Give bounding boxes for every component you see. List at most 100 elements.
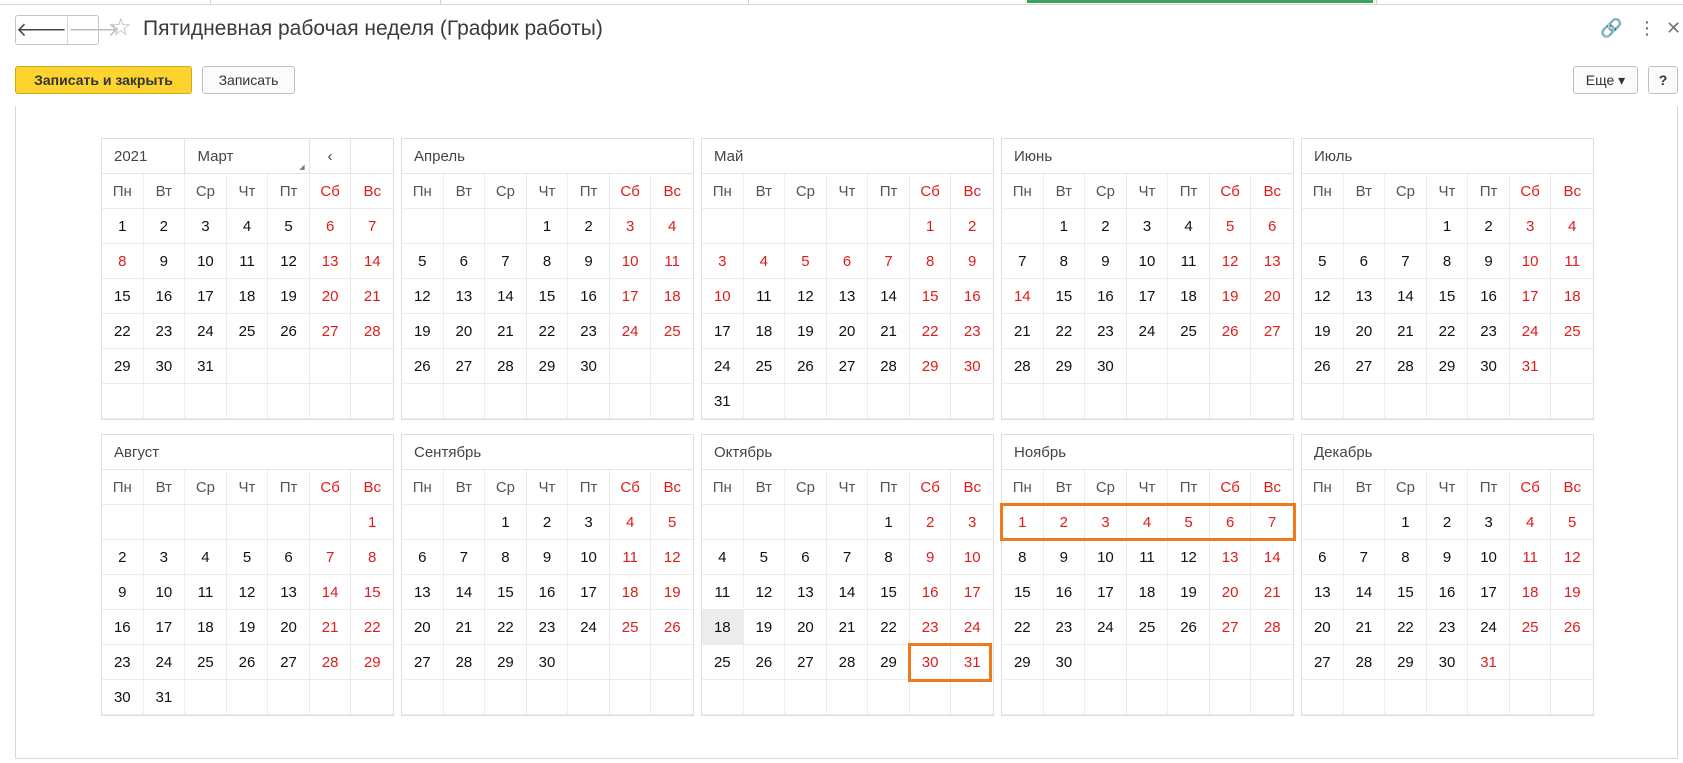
next-month-button[interactable] <box>351 139 393 174</box>
day-cell[interactable]: 6 <box>1251 209 1293 244</box>
day-cell[interactable]: 3 <box>1509 209 1552 244</box>
day-cell[interactable]: 28 <box>351 314 393 349</box>
day-cell[interactable]: 5 <box>651 505 693 540</box>
day-cell[interactable]: 20 <box>785 610 827 645</box>
day-cell[interactable]: 10 <box>1126 244 1169 279</box>
day-cell[interactable]: 13 <box>443 279 486 314</box>
month-select[interactable]: Март ◢ <box>185 139 310 174</box>
day-cell[interactable]: 11 <box>1168 244 1210 279</box>
day-cell[interactable]: 8 <box>1426 244 1469 279</box>
day-cell[interactable]: 26 <box>1168 610 1210 645</box>
day-cell[interactable]: 12 <box>402 279 444 314</box>
day-cell[interactable]: 18 <box>651 279 693 314</box>
day-cell[interactable]: 6 <box>402 540 444 575</box>
day-cell[interactable]: 13 <box>268 575 310 610</box>
day-cell[interactable]: 8 <box>1385 540 1427 575</box>
day-cell[interactable]: 30 <box>143 349 186 384</box>
day-cell[interactable]: 24 <box>1509 314 1552 349</box>
day-cell[interactable]: 13 <box>826 279 869 314</box>
day-cell[interactable]: 7 <box>309 540 352 575</box>
day-cell[interactable]: 2 <box>143 209 186 244</box>
day-cell[interactable]: 3 <box>951 505 993 540</box>
day-cell[interactable]: 7 <box>868 244 910 279</box>
day-cell[interactable]: 17 <box>568 575 610 610</box>
day-cell[interactable]: 20 <box>268 610 310 645</box>
save-and-close-button[interactable]: Записать и закрыть <box>15 66 192 94</box>
more-menu-icon[interactable]: ⋮ <box>1638 18 1656 38</box>
day-cell[interactable]: 3 <box>1468 505 1510 540</box>
day-cell[interactable]: 21 <box>1343 610 1386 645</box>
day-cell[interactable]: 19 <box>1209 279 1252 314</box>
day-cell[interactable]: 23 <box>1085 314 1127 349</box>
day-cell[interactable]: 27 <box>1343 349 1386 384</box>
day-cell[interactable]: 12 <box>226 575 269 610</box>
day-cell[interactable]: 22 <box>485 610 527 645</box>
day-cell[interactable]: 8 <box>526 244 569 279</box>
day-cell[interactable]: 4 <box>1168 209 1210 244</box>
day-cell[interactable]: 21 <box>1251 575 1293 610</box>
day-cell[interactable]: 10 <box>702 279 744 314</box>
day-cell[interactable]: 15 <box>1385 575 1427 610</box>
day-cell[interactable]: 19 <box>226 610 269 645</box>
day-cell[interactable]: 10 <box>185 244 227 279</box>
day-cell[interactable]: 1 <box>909 209 952 244</box>
day-cell[interactable]: 6 <box>1343 244 1386 279</box>
day-cell[interactable]: 20 <box>826 314 869 349</box>
day-cell[interactable]: 9 <box>1468 244 1510 279</box>
day-cell[interactable]: 14 <box>1251 540 1293 575</box>
day-cell[interactable]: 18 <box>1509 575 1552 610</box>
day-cell[interactable]: 8 <box>351 540 393 575</box>
day-cell[interactable]: 16 <box>1468 279 1510 314</box>
day-cell[interactable]: 27 <box>443 349 486 384</box>
day-cell[interactable]: 25 <box>702 645 744 680</box>
day-cell[interactable]: 30 <box>1085 349 1127 384</box>
day-cell[interactable]: 3 <box>1126 209 1169 244</box>
day-cell[interactable]: 24 <box>702 349 744 384</box>
day-cell[interactable]: 4 <box>1509 505 1552 540</box>
day-cell[interactable]: 16 <box>102 610 144 645</box>
day-cell[interactable]: 9 <box>909 540 952 575</box>
day-cell[interactable]: 27 <box>785 645 827 680</box>
day-cell[interactable]: 16 <box>143 279 186 314</box>
back-button[interactable]: 🡐 <box>16 16 68 44</box>
day-cell[interactable]: 10 <box>1509 244 1552 279</box>
day-cell[interactable]: 23 <box>1043 610 1086 645</box>
day-cell[interactable]: 19 <box>1302 314 1344 349</box>
day-cell[interactable]: 24 <box>609 314 652 349</box>
day-cell[interactable]: 25 <box>185 645 227 680</box>
day-cell[interactable]: 29 <box>485 645 527 680</box>
day-cell[interactable]: 24 <box>185 314 227 349</box>
day-cell[interactable]: 5 <box>226 540 269 575</box>
day-cell[interactable]: 8 <box>1043 244 1086 279</box>
day-cell[interactable]: 8 <box>102 244 144 279</box>
day-cell[interactable]: 11 <box>1509 540 1552 575</box>
day-cell[interactable]: 19 <box>743 610 786 645</box>
day-cell[interactable]: 12 <box>743 575 786 610</box>
day-cell[interactable]: 12 <box>1551 540 1593 575</box>
day-cell[interactable]: 7 <box>1385 244 1427 279</box>
day-cell[interactable]: 17 <box>1468 575 1510 610</box>
day-cell[interactable]: 15 <box>526 279 569 314</box>
day-cell[interactable]: 28 <box>443 645 486 680</box>
day-cell[interactable]: 19 <box>651 575 693 610</box>
day-cell[interactable]: 14 <box>485 279 527 314</box>
day-cell[interactable]: 7 <box>443 540 486 575</box>
day-cell[interactable]: 24 <box>1126 314 1169 349</box>
day-cell[interactable]: 30 <box>102 680 144 715</box>
day-cell[interactable]: 30 <box>1043 645 1086 680</box>
day-cell[interactable]: 5 <box>785 244 827 279</box>
day-cell[interactable]: 8 <box>909 244 952 279</box>
day-cell[interactable]: 16 <box>1085 279 1127 314</box>
day-cell[interactable]: 31 <box>1468 645 1510 680</box>
day-cell[interactable]: 24 <box>1085 610 1127 645</box>
day-cell[interactable]: 16 <box>909 575 952 610</box>
day-cell[interactable]: 19 <box>402 314 444 349</box>
day-cell[interactable]: 4 <box>702 540 744 575</box>
more-actions-button[interactable]: Еще ▾ <box>1573 66 1638 94</box>
day-cell[interactable]: 11 <box>609 540 652 575</box>
day-cell[interactable]: 31 <box>143 680 186 715</box>
day-cell[interactable]: 4 <box>651 209 693 244</box>
day-cell[interactable]: 23 <box>143 314 186 349</box>
day-cell[interactable]: 15 <box>1426 279 1469 314</box>
day-cell[interactable]: 25 <box>226 314 269 349</box>
